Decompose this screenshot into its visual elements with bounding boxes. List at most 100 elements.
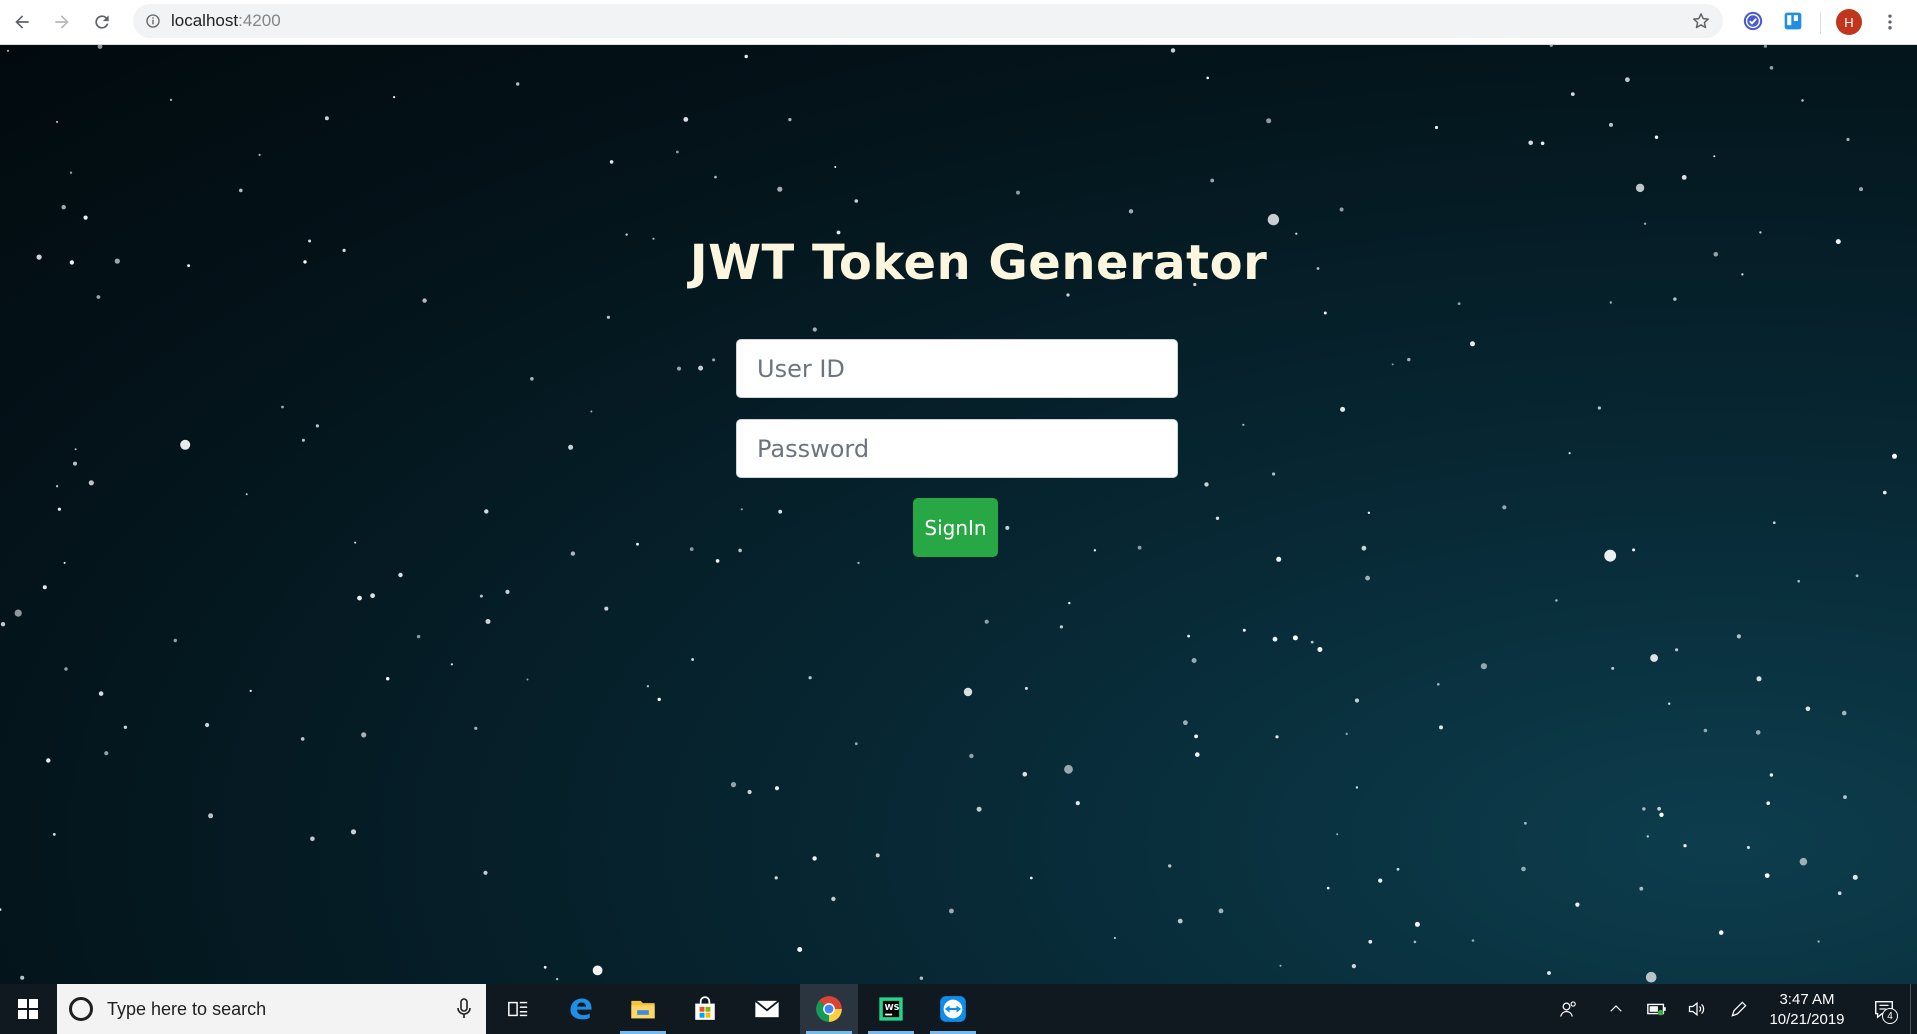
star bbox=[1632, 548, 1636, 552]
star bbox=[505, 589, 510, 595]
star bbox=[1843, 795, 1847, 799]
star bbox=[1437, 683, 1440, 686]
profile-avatar[interactable]: H bbox=[1836, 9, 1862, 35]
star bbox=[98, 691, 104, 696]
star bbox=[919, 976, 924, 980]
star bbox=[301, 438, 305, 442]
star bbox=[1855, 574, 1859, 578]
teamviewer-app[interactable] bbox=[924, 984, 982, 1034]
bookmark-star-icon[interactable] bbox=[1691, 11, 1711, 31]
star bbox=[169, 98, 173, 102]
star bbox=[14, 609, 22, 617]
star bbox=[834, 166, 837, 168]
taskbar-search[interactable]: Type here to search bbox=[57, 984, 486, 1034]
star bbox=[530, 377, 534, 381]
star bbox=[0, 908, 2, 911]
screen: localhost:4200 H JWT Token Generator Sig… bbox=[0, 0, 1917, 1034]
star bbox=[1367, 511, 1371, 514]
star bbox=[715, 559, 720, 563]
star bbox=[1597, 406, 1601, 410]
forward-button[interactable] bbox=[42, 2, 82, 42]
star bbox=[812, 856, 817, 861]
star bbox=[0, 622, 6, 627]
back-button[interactable] bbox=[2, 2, 42, 42]
star bbox=[1168, 864, 1172, 868]
star bbox=[1639, 886, 1644, 891]
teamviewer-icon bbox=[940, 996, 966, 1022]
star bbox=[1183, 720, 1188, 726]
pen-workspace-button[interactable] bbox=[1724, 984, 1754, 1034]
star bbox=[104, 751, 109, 756]
star bbox=[1113, 937, 1116, 939]
star bbox=[249, 689, 252, 693]
more-menu-icon[interactable] bbox=[1878, 8, 1902, 36]
star bbox=[712, 358, 716, 362]
file-explorer-app[interactable] bbox=[614, 984, 672, 1034]
star bbox=[484, 509, 489, 514]
star bbox=[57, 507, 62, 511]
mail-app[interactable] bbox=[738, 984, 796, 1034]
star bbox=[485, 619, 491, 624]
edge-app[interactable] bbox=[552, 984, 610, 1034]
star bbox=[836, 230, 841, 235]
url-host: localhost bbox=[171, 11, 239, 30]
start-button[interactable] bbox=[0, 984, 56, 1034]
star bbox=[976, 806, 982, 812]
address-bar[interactable]: localhost:4200 bbox=[133, 4, 1723, 38]
star bbox=[1470, 341, 1475, 347]
star bbox=[590, 410, 593, 413]
star bbox=[698, 365, 704, 371]
show-hidden-icons-button[interactable] bbox=[1601, 984, 1631, 1034]
star bbox=[1683, 844, 1687, 848]
star bbox=[1524, 821, 1527, 825]
store-app[interactable] bbox=[676, 984, 734, 1034]
star bbox=[1177, 918, 1183, 924]
volume-button[interactable] bbox=[1682, 984, 1712, 1034]
star bbox=[96, 295, 101, 299]
star bbox=[1336, 833, 1339, 836]
task-view-icon bbox=[508, 1001, 528, 1017]
user-id-input[interactable] bbox=[736, 339, 1178, 398]
info-icon[interactable] bbox=[145, 13, 161, 29]
taskbar-clock[interactable]: 3:47 AM 10/21/2019 bbox=[1762, 990, 1852, 1030]
people-button[interactable] bbox=[1552, 984, 1586, 1034]
star bbox=[1396, 867, 1400, 871]
show-desktop-button[interactable] bbox=[1910, 984, 1911, 1034]
star bbox=[774, 876, 778, 880]
star bbox=[1434, 125, 1439, 130]
battery-button[interactable] bbox=[1642, 984, 1672, 1034]
star bbox=[1769, 66, 1774, 70]
extension-trello-icon[interactable] bbox=[1782, 10, 1804, 32]
reload-button[interactable] bbox=[82, 2, 122, 42]
star bbox=[1797, 579, 1800, 583]
star bbox=[483, 870, 488, 875]
star bbox=[1242, 628, 1246, 632]
star bbox=[808, 676, 812, 680]
star bbox=[1659, 812, 1664, 817]
star bbox=[1773, 521, 1776, 524]
action-center-button[interactable]: 4 bbox=[1862, 984, 1906, 1034]
star bbox=[354, 541, 357, 544]
search-placeholder: Type here to search bbox=[107, 998, 267, 1019]
webstorm-icon: WS bbox=[879, 997, 903, 1021]
extension-check-icon[interactable] bbox=[1742, 10, 1764, 32]
star bbox=[393, 96, 396, 99]
star bbox=[1841, 710, 1847, 716]
star bbox=[1266, 118, 1272, 124]
webstorm-app[interactable]: WS bbox=[862, 984, 920, 1034]
star bbox=[1555, 599, 1558, 602]
chrome-app[interactable] bbox=[800, 984, 858, 1034]
star bbox=[1354, 698, 1360, 703]
signin-button[interactable]: SignIn bbox=[913, 498, 998, 557]
star bbox=[1611, 666, 1615, 670]
star bbox=[1859, 187, 1863, 192]
microphone-icon[interactable] bbox=[456, 998, 472, 1020]
password-input[interactable] bbox=[736, 419, 1178, 478]
star bbox=[1568, 452, 1571, 455]
star bbox=[1549, 45, 1553, 47]
task-view-button[interactable] bbox=[489, 984, 547, 1034]
star bbox=[1642, 807, 1646, 811]
star bbox=[386, 677, 390, 681]
star bbox=[526, 678, 529, 681]
star bbox=[1801, 99, 1804, 102]
